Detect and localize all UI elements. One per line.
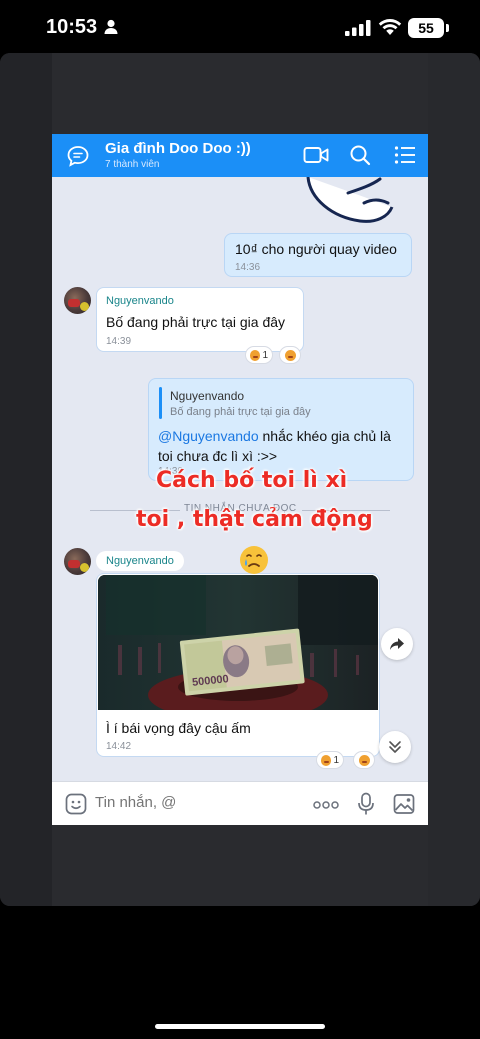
chat-icon[interactable]: [66, 145, 90, 167]
menu-icon[interactable]: [394, 145, 416, 165]
sticker-image[interactable]: [302, 177, 402, 231]
status-time: 10:53: [46, 16, 98, 38]
overlay-caption-line1: Cách bố toi lì xì: [156, 468, 348, 493]
reaction-badge[interactable]: 1: [316, 751, 344, 769]
message-time: 14:39: [106, 336, 132, 347]
message-text: Bố đang phải trực tại gia đây: [106, 314, 286, 330]
battery-indicator: 55: [408, 18, 444, 38]
wifi-icon: [378, 19, 402, 35]
message-text: 10₫ cho người quay video: [235, 241, 397, 257]
video-call-icon[interactable]: [303, 145, 329, 165]
message-bubble[interactable]: 10₫ cho người quay video 14:36: [224, 233, 412, 277]
reaction-badge[interactable]: 1: [245, 346, 273, 364]
reaction-emoji-icon: [321, 754, 332, 766]
mic-icon[interactable]: [357, 792, 375, 816]
add-reaction-button[interactable]: [279, 346, 301, 364]
message-bubble[interactable]: Nguyenvando Bố đang phải trực tại gia đâ…: [96, 287, 304, 352]
member-count: 7 thành viên: [105, 159, 160, 170]
banknote-photo: 500000: [98, 575, 378, 710]
group-name[interactable]: Gia đình Doo Doo :)): [105, 140, 251, 157]
mention-link[interactable]: @Nguyenvando: [158, 428, 259, 444]
message-bubble[interactable]: Nguyenvando Bố đang phải trực tại gia đâ…: [148, 378, 414, 481]
message-input[interactable]: [95, 794, 255, 811]
add-reaction-button[interactable]: [353, 751, 375, 769]
photo-image[interactable]: 500000: [98, 575, 378, 710]
chat-header: Gia đình Doo Doo :)) 7 thành viên: [52, 134, 428, 177]
video-frame-right: [428, 53, 480, 906]
avatar[interactable]: [64, 287, 91, 314]
photo-message-bubble[interactable]: 500000 Ì í bái vọng đây cậu ấm 14:42: [96, 573, 380, 757]
battery-tip: [446, 24, 449, 32]
message-text-line2: toi chưa đc lì xì :>>: [158, 448, 278, 464]
quoted-text: Bố đang phải trực tại gia đây: [170, 406, 311, 418]
quote-bar: [159, 387, 162, 419]
reaction-emoji-icon: [358, 754, 370, 766]
reaction-count: 1: [262, 349, 268, 361]
sender-name: Nguyenvando: [106, 295, 174, 307]
reaction-emoji-icon: [284, 349, 296, 361]
more-options-icon[interactable]: [313, 801, 339, 809]
sticker-icon[interactable]: [65, 793, 87, 815]
overlay-caption-line2: toi , thật cảm động: [136, 507, 373, 532]
person-icon: [104, 19, 118, 34]
reaction-count: 1: [333, 754, 339, 766]
message-time: 14:42: [106, 741, 132, 752]
sender-name: Nguyenvando: [96, 551, 184, 571]
reaction-emoji-icon: [250, 349, 261, 361]
signal-icon: [345, 20, 371, 36]
message-time: 14:36: [235, 262, 261, 273]
message-composer: [52, 781, 428, 825]
search-icon[interactable]: [349, 144, 371, 166]
home-indicator[interactable]: [155, 1024, 325, 1029]
share-icon: [390, 638, 404, 650]
avatar[interactable]: [64, 548, 91, 575]
message-text: @Nguyenvando nhắc khéo gia chủ là: [158, 426, 391, 446]
image-icon[interactable]: [393, 793, 415, 815]
crying-emoji-icon: [240, 546, 268, 574]
status-bar: 10:53 55: [0, 0, 480, 54]
scroll-down-icon: [389, 741, 401, 753]
photo-caption: Ì í bái vọng đây cậu ấm: [106, 720, 251, 736]
scroll-to-bottom-button[interactable]: [379, 731, 411, 763]
message-text-part: nhắc khéo gia chủ là: [258, 428, 391, 444]
quoted-sender: Nguyenvando: [170, 389, 245, 403]
video-frame-left: [0, 53, 52, 906]
share-button[interactable]: [381, 628, 413, 660]
chat-app: Gia đình Doo Doo :)) 7 thành viên 10₫ ch…: [52, 134, 428, 825]
